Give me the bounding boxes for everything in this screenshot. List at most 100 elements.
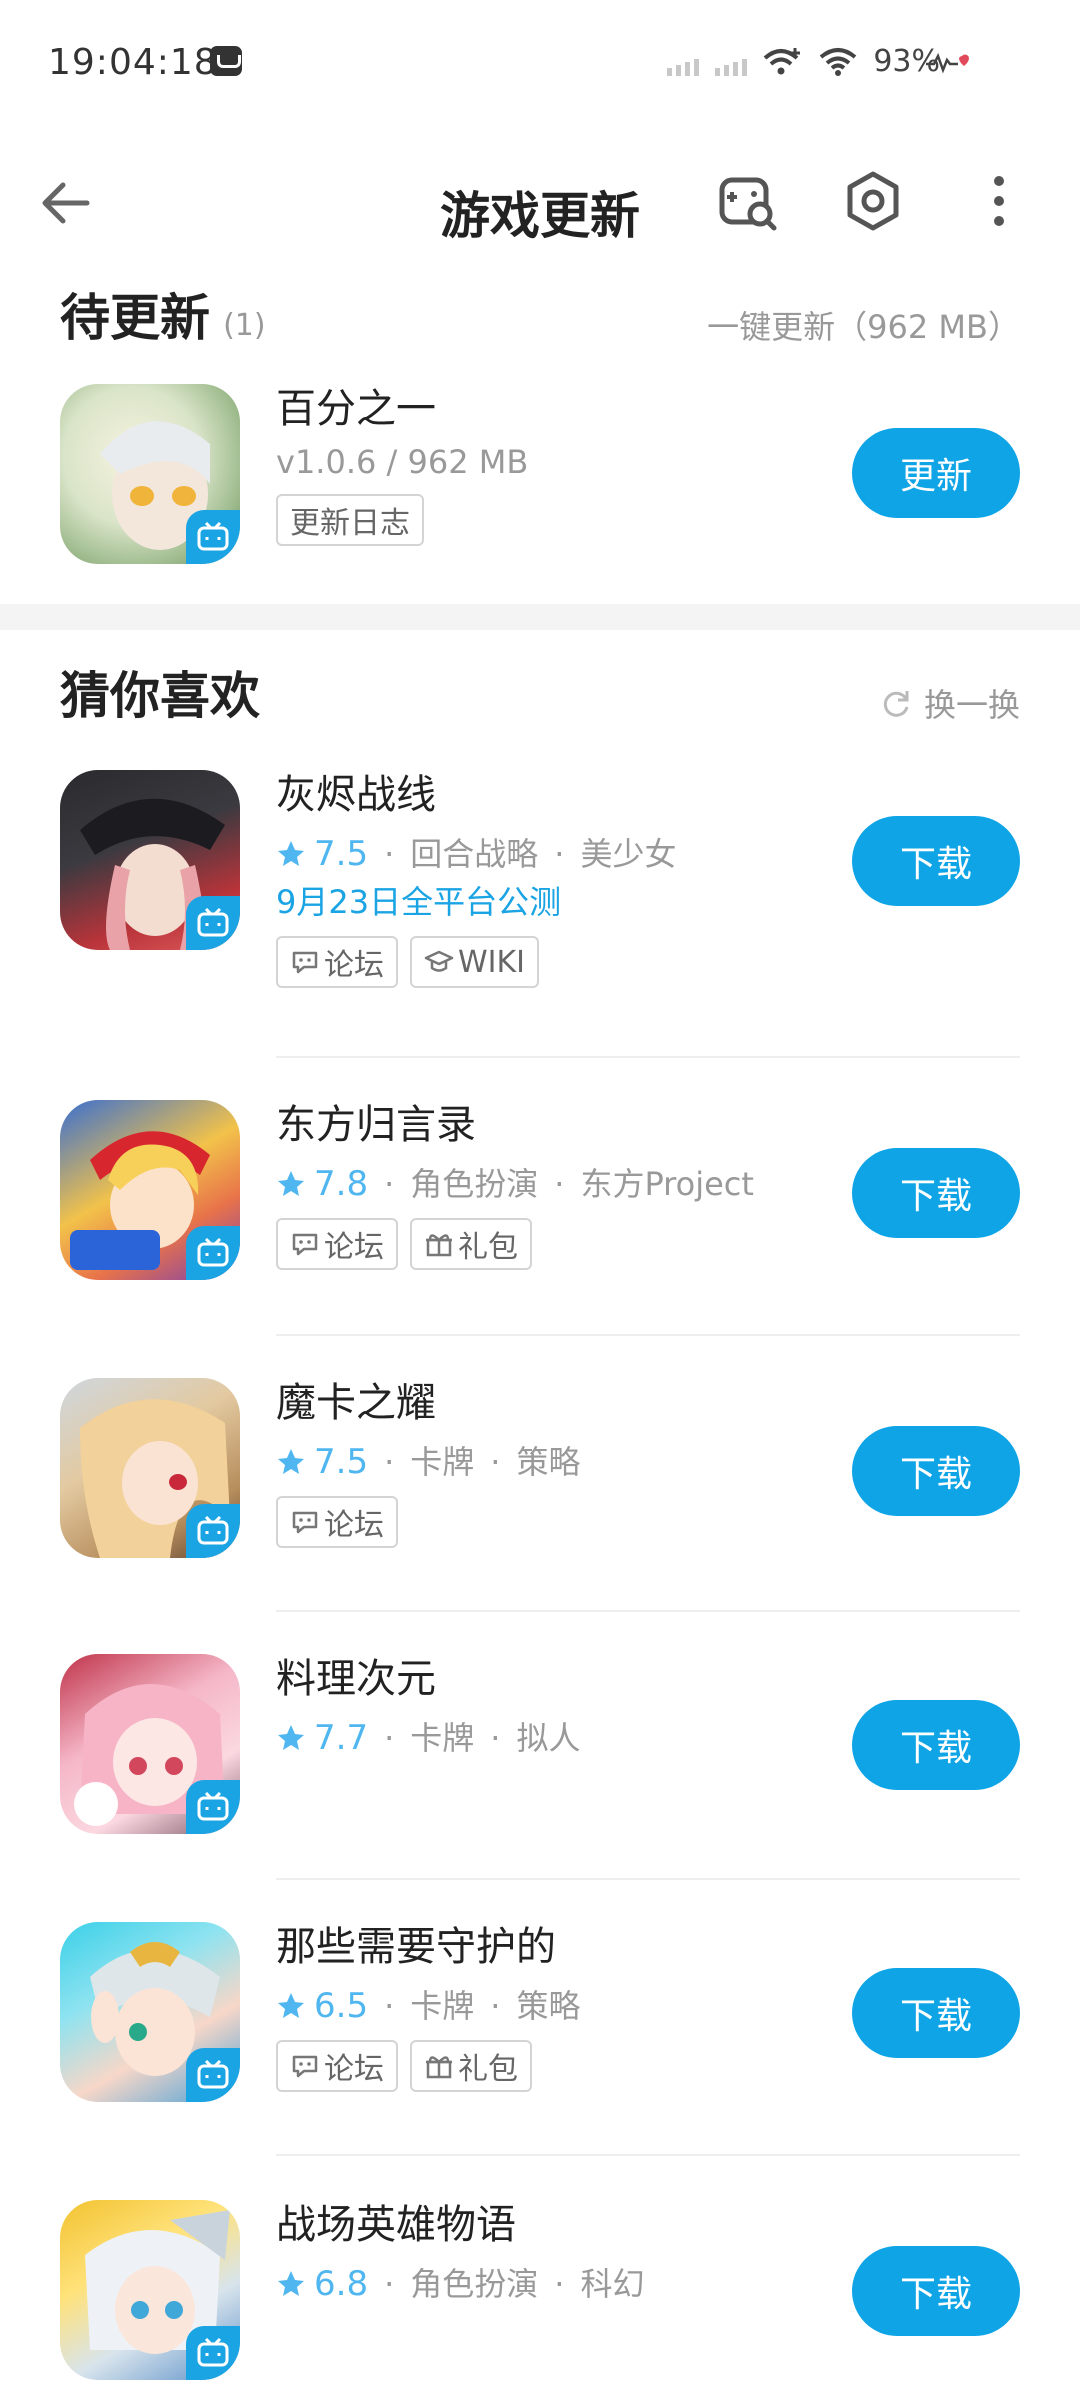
bilibili-tv-icon (186, 1504, 240, 1558)
forum-icon (292, 1511, 318, 1534)
rating-value: 7.7 (314, 1718, 369, 1758)
forum-label: 论坛 (324, 948, 384, 983)
app-meta: 7.7 · 卡牌 · 拟人 (276, 1718, 816, 1758)
forum-icon (292, 1233, 318, 1256)
app-name: 料理次元 (276, 1656, 436, 1702)
genre-tag: 科幻 (580, 2265, 645, 2303)
signal-icon (667, 48, 700, 76)
app-name: 那些需要守护的 (276, 1924, 556, 1970)
app-icon-huijinzhanxian[interactable] (60, 770, 240, 950)
genre-tag: 策略 (516, 1987, 581, 2025)
bilibili-tv-icon (186, 2326, 240, 2380)
download-button[interactable]: 下载 (852, 816, 1020, 906)
signal-icon-2 (715, 48, 748, 76)
update-all-button[interactable]: 一键更新（962 MB） (707, 302, 1020, 348)
genre-tag: 角色扮演 (410, 2265, 539, 2303)
forum-chip[interactable]: 论坛 (276, 1218, 398, 1270)
app-icon-dongfangguiyanlu[interactable] (60, 1100, 240, 1280)
forum-icon (292, 951, 318, 974)
section-divider (0, 604, 1080, 630)
app-row-mokazhiyao[interactable]: 魔卡之耀 7.5 · 卡牌 · 策略 论坛 下载 (60, 1378, 1020, 1568)
app-info: 东方归言录 7.8 · 角色扮演 · 东方Project 论坛 礼包 (276, 1100, 816, 1270)
rating-value: 6.8 (314, 2264, 369, 2304)
download-button[interactable]: 下载 (852, 1700, 1020, 1790)
app-icon-liaolicyuan[interactable] (60, 1654, 240, 1834)
wiki-label: WIKI (458, 944, 526, 980)
top-bar: 游戏更新 (0, 130, 1080, 280)
app-icon-baifenzhiyi[interactable] (60, 384, 240, 564)
page-title: 游戏更新 (440, 187, 640, 245)
genre-tag: 策略 (516, 1443, 581, 1481)
row-separator (276, 1334, 1020, 1336)
genre-tag: 卡牌 (410, 1443, 475, 1481)
more-button[interactable] (962, 164, 1036, 238)
app-row-liaolicyuan[interactable]: 料理次元 7.7 · 卡牌 · 拟人 下载 (60, 1654, 1020, 1844)
wifi-plus-icon (763, 47, 801, 74)
status-bar: 19:04:18 93% (0, 0, 1080, 130)
row-separator (276, 1056, 1020, 1058)
gift-label: 礼包 (458, 2052, 518, 2087)
pending-section-header: 待更新 (1) 一键更新（962 MB） (60, 278, 1020, 358)
bilibili-tv-icon (186, 510, 240, 564)
genre-tag: 东方Project (580, 1165, 754, 1203)
genre-tag: 卡牌 (410, 1719, 475, 1757)
star-icon (278, 1449, 304, 1474)
forum-label: 论坛 (324, 2052, 384, 2087)
app-row-zhanchangyingxiongwuyu[interactable]: 战场英雄物语 6.8 · 角色扮演 · 科幻 下载 (60, 2200, 1020, 2390)
recommend-section-header: 猜你喜欢 换一换 (60, 656, 1020, 736)
status-indicators: 93% (667, 44, 940, 79)
app-row-huijinzhanxian[interactable]: 灰烬战线 7.5 · 回合战略 · 美少女 9月23日全平台公测 论坛 WIKI… (60, 770, 1020, 1020)
row-separator (276, 1878, 1020, 1880)
app-info: 料理次元 7.7 · 卡牌 · 拟人 (276, 1654, 816, 1758)
app-meta: 6.5 · 卡牌 · 策略 (276, 1986, 816, 2026)
refresh-button[interactable]: 换一换 (880, 680, 1020, 726)
pending-app-row[interactable]: 百分之一 v1.0.6 / 962 MB 更新日志 更新 (60, 384, 1020, 564)
wiki-chip[interactable]: WIKI (410, 936, 540, 988)
forum-label: 论坛 (324, 1508, 384, 1543)
gift-chip[interactable]: 礼包 (410, 2040, 532, 2092)
app-row-dongfangguiyanlu[interactable]: 东方归言录 7.8 · 角色扮演 · 东方Project 论坛 礼包 下载 (60, 1100, 1020, 1290)
download-button[interactable]: 下载 (852, 1148, 1020, 1238)
app-name: 百分之一 (276, 386, 436, 432)
refresh-label: 换一换 (923, 686, 1020, 724)
forum-label: 论坛 (324, 1230, 384, 1265)
rating-value: 7.5 (314, 834, 369, 874)
gift-chip[interactable]: 礼包 (410, 1218, 532, 1270)
app-info: 战场英雄物语 6.8 · 角色扮演 · 科幻 (276, 2200, 816, 2304)
settings-hexagon-icon (847, 171, 899, 231)
app-icon-naxiexuyaoshouhude[interactable] (60, 1922, 240, 2102)
forum-chip[interactable]: 论坛 (276, 2040, 398, 2092)
download-button[interactable]: 下载 (852, 1968, 1020, 2058)
app-icon-mokazhiyao[interactable] (60, 1378, 240, 1558)
app-name: 灰烬战线 (276, 772, 436, 818)
game-search-button[interactable] (710, 164, 784, 238)
pending-count: (1) (223, 308, 266, 343)
app-icon-zhanchangyingxiongwuyu[interactable] (60, 2200, 240, 2380)
gift-label: 礼包 (458, 1230, 518, 1265)
forum-icon (292, 2055, 318, 2078)
wiki-icon (424, 950, 454, 972)
row-separator (276, 2154, 1020, 2156)
update-button[interactable]: 更新 (852, 428, 1020, 518)
bilibili-tv-icon (186, 1780, 240, 1834)
star-icon (278, 1171, 304, 1196)
app-version-size: v1.0.6 / 962 MB (276, 443, 529, 481)
bilibili-tv-icon (186, 1226, 240, 1280)
health-pulse-icon (926, 52, 969, 74)
app-meta: 7.5 · 回合战略 · 美少女 (276, 834, 816, 874)
app-row-naxiexuyaoshouhude[interactable]: 那些需要守护的 6.5 · 卡牌 · 策略 论坛 礼包 下载 (60, 1922, 1020, 2112)
forum-chip[interactable]: 论坛 (276, 1496, 398, 1548)
pending-app-info: 百分之一 v1.0.6 / 962 MB 更新日志 (276, 384, 816, 546)
app-meta: 7.5 · 卡牌 · 策略 (276, 1442, 816, 1482)
genre-tag: 回合战略 (410, 835, 539, 873)
game-search-icon (719, 177, 777, 231)
app-meta: 6.8 · 角色扮演 · 科幻 (276, 2264, 816, 2304)
download-button[interactable]: 下载 (852, 2246, 1020, 2336)
download-button[interactable]: 下载 (852, 1426, 1020, 1516)
star-icon (278, 1725, 304, 1750)
settings-button[interactable] (836, 164, 910, 238)
forum-chip[interactable]: 论坛 (276, 936, 398, 988)
app-info: 魔卡之耀 7.5 · 卡牌 · 策略 论坛 (276, 1378, 816, 1548)
changelog-button[interactable]: 更新日志 (276, 494, 424, 546)
more-vertical-icon (994, 176, 1004, 226)
